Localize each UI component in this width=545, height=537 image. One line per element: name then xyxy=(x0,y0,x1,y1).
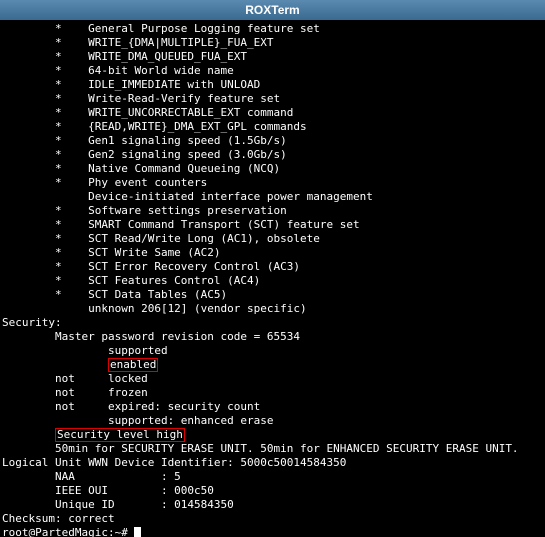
output-line: * {READ,WRITE}_DMA_EXT_GPL commands xyxy=(2,120,307,133)
output-line: * Gen1 signaling speed (1.5Gb/s) xyxy=(2,134,287,147)
output-line: Device-initiated interface power managem… xyxy=(2,190,373,203)
output-line: * Write-Read-Verify feature set xyxy=(2,92,280,105)
output-line: not expired: security count xyxy=(2,400,260,413)
output-line: * Phy event counters xyxy=(2,176,207,189)
output-line: * SCT Write Same (AC2) xyxy=(2,246,221,259)
highlight-enabled: enabled xyxy=(108,358,158,372)
output-line: 50min for SECURITY ERASE UNIT. 50min for… xyxy=(2,442,519,455)
output-line: * 64-bit World wide name xyxy=(2,64,234,77)
output-line: not locked xyxy=(2,372,148,385)
terminal-area[interactable]: * General Purpose Logging feature set * … xyxy=(0,20,545,537)
output-line: * WRITE_DMA_QUEUED_FUA_EXT xyxy=(2,50,247,63)
output-line: * IDLE_IMMEDIATE with UNLOAD xyxy=(2,78,260,91)
output-line: supported: enhanced erase xyxy=(2,414,274,427)
output-line: not frozen xyxy=(2,386,148,399)
output-line: Master password revision code = 65534 xyxy=(2,330,300,343)
output-line-prefix xyxy=(2,358,108,371)
output-line: * SCT Error Recovery Control (AC3) xyxy=(2,260,300,273)
window-title: ROXTerm xyxy=(245,3,299,17)
output-line: * Native Command Queueing (NCQ) xyxy=(2,162,280,175)
security-heading: Security: xyxy=(2,316,62,329)
output-line: * SMART Command Transport (SCT) feature … xyxy=(2,218,360,231)
output-line: * WRITE_{DMA|MULTIPLE}_FUA_EXT xyxy=(2,36,274,49)
output-line: Checksum: correct xyxy=(2,512,115,525)
output-line: Logical Unit WWN Device Identifier: 5000… xyxy=(2,456,346,469)
cursor-icon xyxy=(134,527,141,537)
output-line: IEEE OUI : 000c50 xyxy=(2,484,214,497)
output-line: unknown 206[12] (vendor specific) xyxy=(2,302,307,315)
output-line: * SCT Read/Write Long (AC1), obsolete xyxy=(2,232,320,245)
output-line: * Gen2 signaling speed (3.0Gb/s) xyxy=(2,148,287,161)
output-line: * General Purpose Logging feature set xyxy=(2,22,320,35)
output-line: * Software settings preservation xyxy=(2,204,287,217)
output-line: * SCT Features Control (AC4) xyxy=(2,274,260,287)
highlight-security-level: Security level high xyxy=(55,428,185,442)
output-line: * WRITE_UNCORRECTABLE_EXT command xyxy=(2,106,293,119)
output-line: Unique ID : 014584350 xyxy=(2,498,234,511)
output-line: supported xyxy=(2,344,168,357)
window-titlebar[interactable]: ROXTerm xyxy=(0,0,545,20)
output-line-prefix xyxy=(2,428,55,441)
output-line: NAA : 5 xyxy=(2,470,181,483)
output-line: * SCT Data Tables (AC5) xyxy=(2,288,227,301)
shell-prompt: root@PartedMagic:~# xyxy=(2,526,134,537)
